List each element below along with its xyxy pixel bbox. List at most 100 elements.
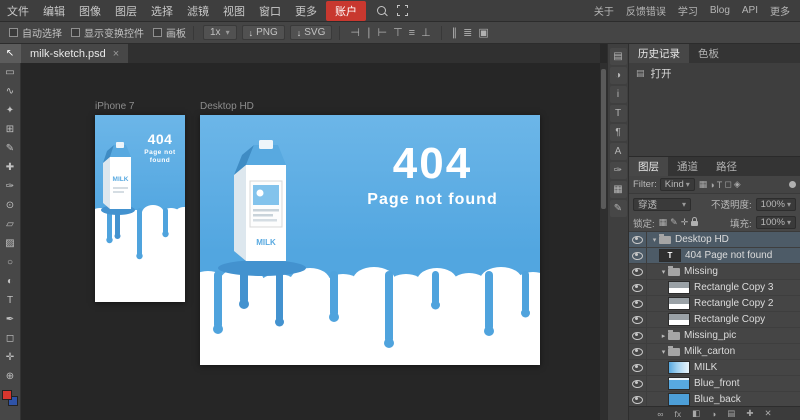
layer-row[interactable]: Blue_front [629,376,800,392]
adjustment-layer-icon[interactable]: ◑ [710,409,717,419]
arrange-icon[interactable]: ▣ [475,26,491,39]
lasso-tool[interactable]: ∿ [0,82,21,101]
align-bottom-icon[interactable]: ⊥ [418,26,434,39]
layer-row[interactable]: T404 Page not found [629,248,800,264]
artboard-canvas[interactable]: MILK 404 Page not found [200,115,540,365]
magic-wand-tool[interactable]: ✦ [0,101,21,120]
visibility-toggle[interactable] [629,296,647,311]
artboard-label[interactable]: Desktop HD [200,101,254,112]
notes-panel-icon[interactable]: ✎ [610,200,627,217]
checkbox-icon[interactable] [9,28,18,37]
eraser-tool[interactable]: ▱ [0,215,21,234]
visibility-toggle[interactable] [629,328,647,343]
filter-type-icon[interactable]: T [716,180,724,190]
tab-history[interactable]: 历史记录 [629,44,689,63]
checkbox-icon[interactable] [153,28,162,37]
document-tab[interactable]: milk-sketch.psd × [21,44,128,63]
option-checkbox[interactable]: 显示变换控件 [71,25,144,40]
search-icon[interactable] [377,6,386,15]
menu-item[interactable]: 窗口 [252,3,288,19]
menu-item[interactable]: 文件 [0,3,36,19]
option-checkbox[interactable]: 画板 [153,25,186,40]
filter-smart-icon[interactable]: ◈ [733,179,742,190]
blend-mode-select[interactable]: 穿透 ▾ [633,198,691,211]
checkbox-icon[interactable] [71,28,80,37]
lock-position-icon[interactable]: ✛ [681,217,689,228]
visibility-toggle[interactable] [629,248,647,263]
visibility-toggle[interactable] [629,264,647,279]
visibility-toggle[interactable] [629,280,647,295]
menubar-link[interactable]: Blog [704,5,736,16]
artboard-canvas[interactable]: MILK 404 Page not found [95,115,185,302]
layer-thumbnail[interactable] [668,361,690,374]
collapse-group-icon[interactable]: ▾ [659,348,668,356]
color-swatches[interactable] [2,390,18,406]
layer-thumbnail[interactable] [668,313,690,326]
menu-item[interactable]: 编辑 [36,3,72,19]
delete-layer-icon[interactable]: ✕ [763,408,772,419]
filter-toggle[interactable] [789,181,796,188]
visibility-toggle[interactable] [629,312,647,327]
tab-channels[interactable]: 通道 [668,157,707,176]
add-mask-icon[interactable]: ◧ [691,408,701,419]
close-icon[interactable]: × [113,48,119,60]
layer-row[interactable]: ▸Missing_pic [629,328,800,344]
layer-row[interactable]: Rectangle Copy 2 [629,296,800,312]
adjustments-panel-icon[interactable]: ◑ [610,67,627,84]
layer-row[interactable]: ▾Missing [629,264,800,280]
menubar-link[interactable]: 关于 [588,3,620,18]
filter-adjustment-icon[interactable]: ◑ [708,180,715,190]
distribute-vertical-icon[interactable]: ≣ [460,26,475,39]
menu-item[interactable]: 滤镜 [180,3,216,19]
move-tool[interactable]: ↖ [0,44,21,63]
menu-item[interactable]: 更多 [288,3,324,19]
account-button[interactable]: 账户 [326,1,366,21]
layer-thumbnail[interactable] [668,281,690,294]
collapse-group-icon[interactable]: ▾ [650,236,659,244]
filter-shape-icon[interactable]: ◻ [723,179,732,190]
new-group-icon[interactable]: ▤ [726,408,736,419]
align-top-icon[interactable]: ⊤ [390,26,406,39]
lock-transparency-icon[interactable]: ▦ [659,217,668,228]
glyphs-panel-icon[interactable]: A [610,143,627,160]
layer-row[interactable]: MILK [629,360,800,376]
fullscreen-icon[interactable] [397,5,408,16]
menu-item[interactable]: 选择 [144,3,180,19]
opacity-select[interactable]: 100% ▾ [756,198,796,211]
visibility-toggle[interactable] [629,232,647,247]
align-right-icon[interactable]: ⊢ [374,26,390,39]
gradient-tool[interactable]: ▨ [0,234,21,253]
export-svg-button[interactable]: ↓SVG [290,25,333,40]
menu-item[interactable]: 图像 [72,3,108,19]
visibility-toggle[interactable] [629,376,647,391]
distribute-horizontal-icon[interactable]: ∥ [449,26,461,39]
canvas-area[interactable]: iPhone 7 [21,63,600,420]
scale-select[interactable]: 1x ▾ [203,25,237,40]
canvas-vertical-scrollbar[interactable] [600,63,607,420]
menubar-link[interactable]: 学习 [672,3,704,18]
blur-tool[interactable]: ○ [0,253,21,272]
crop-tool[interactable]: ⊞ [0,120,21,139]
tab-swatches[interactable]: 色板 [689,44,728,63]
tab-layers[interactable]: 图层 [629,157,668,176]
layer-thumbnail[interactable] [668,297,690,310]
new-layer-icon[interactable]: ✚ [745,408,754,419]
menubar-link[interactable]: API [736,5,764,16]
history-entry[interactable]: ▤打开 [629,63,800,84]
marquee-select-tool[interactable]: ▭ [0,63,21,82]
zoom-tool[interactable]: ⊕ [0,367,21,386]
layer-row[interactable]: Rectangle Copy [629,312,800,328]
menu-item[interactable]: 视图 [216,3,252,19]
layer-thumbnail[interactable] [668,377,690,390]
layer-thumbnail[interactable] [668,393,690,406]
filter-pixel-icon[interactable]: ▦ [698,179,709,190]
layer-style-icon[interactable]: fx [673,409,682,419]
menu-item[interactable]: 图层 [108,3,144,19]
info-panel-icon[interactable]: i [610,86,627,103]
collapse-group-icon[interactable]: ▾ [659,268,668,276]
artboard-label[interactable]: iPhone 7 [95,101,134,112]
scrollbar-thumb[interactable] [601,69,606,209]
menubar-link[interactable]: 反馈错误 [620,3,672,18]
lock-all-icon[interactable] [691,221,698,226]
eyedropper-tool[interactable]: ✎ [0,139,21,158]
